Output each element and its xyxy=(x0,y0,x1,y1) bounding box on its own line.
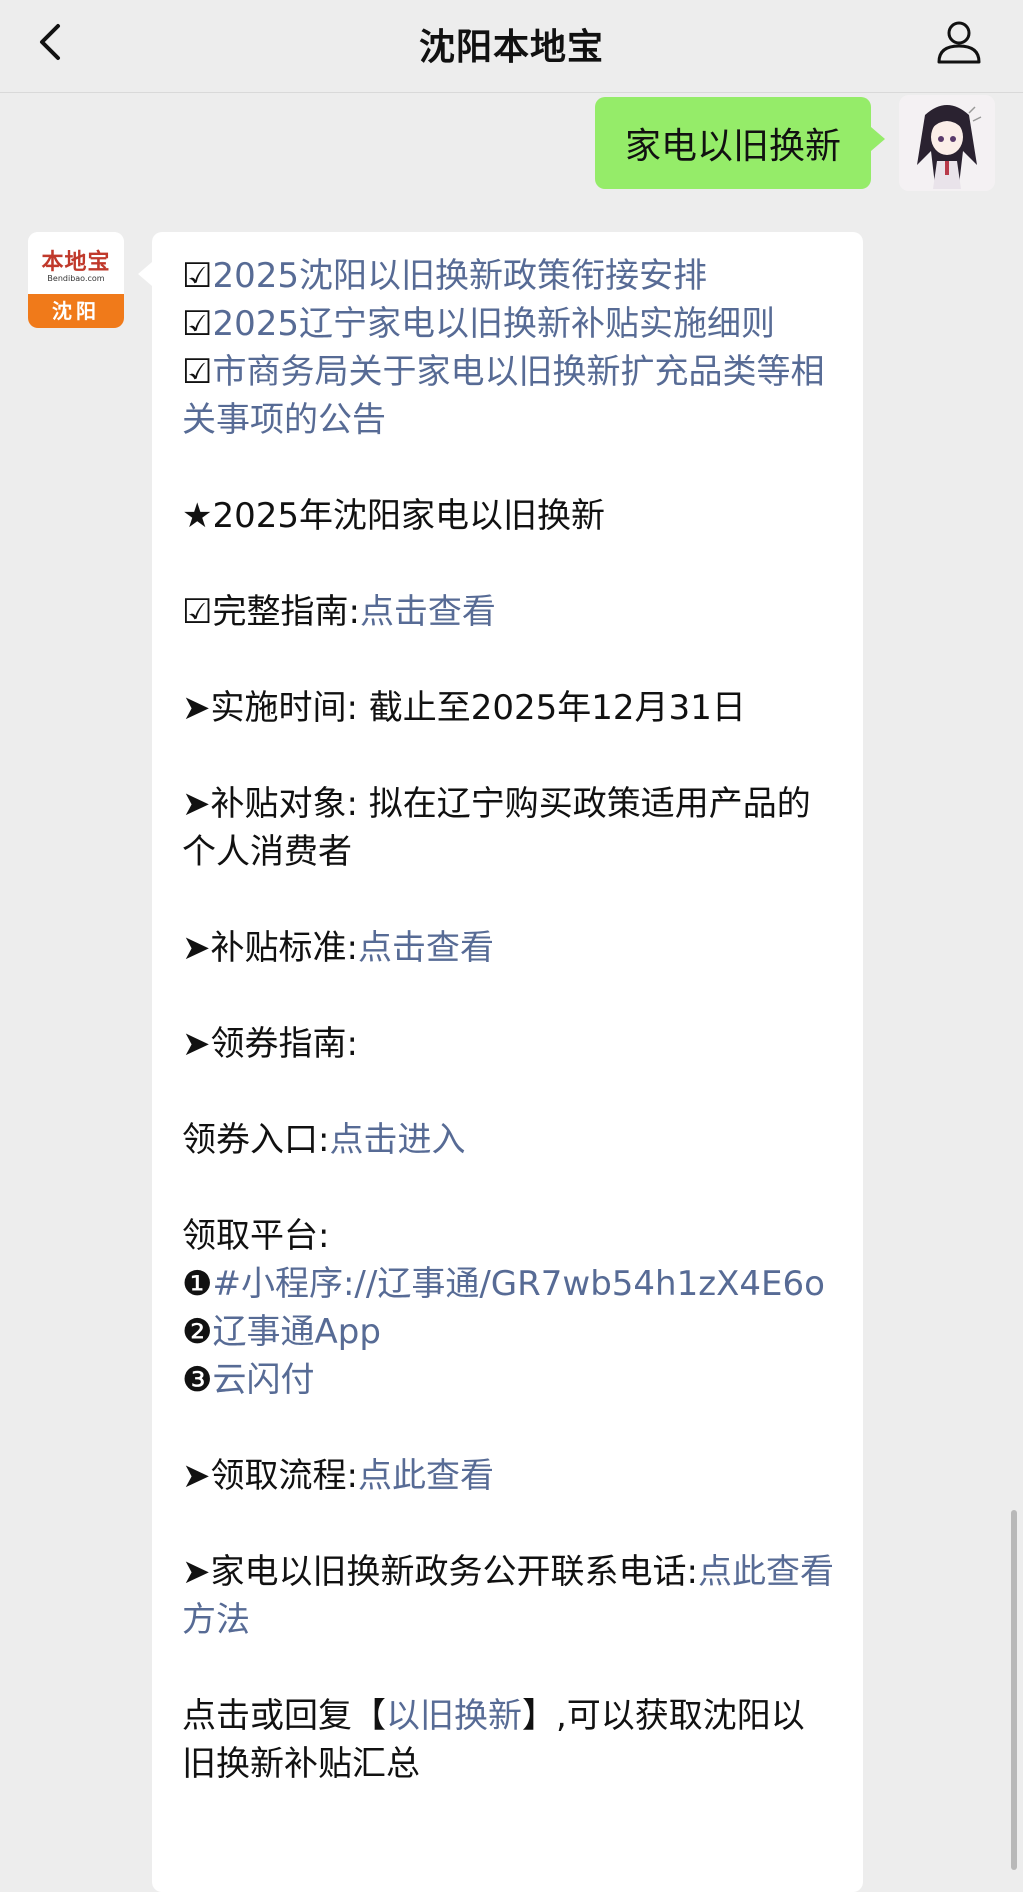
standard-link[interactable]: 点击查看 xyxy=(358,928,494,968)
coupon-entry-link[interactable]: 点击进入 xyxy=(329,1120,465,1160)
phone-row: ➤家电以旧换新政务公开联系电话:点此查看方法 xyxy=(182,1548,835,1644)
policy-link-1[interactable]: 2025沈阳以旧换新政策衔接安排 xyxy=(212,256,707,296)
footer-row: 点击或回复【以旧换新】,可以获取沈阳以旧换新补贴汇总 xyxy=(182,1692,835,1788)
section-title: ★2025年沈阳家电以旧换新 xyxy=(182,496,606,536)
avatar-city: 沈阳 xyxy=(28,294,124,328)
link-item[interactable]: ☑市商务局关于家电以旧换新扩充品类等相关事项的公告 xyxy=(182,348,835,444)
standard-label: ➤补贴标准: xyxy=(182,928,358,968)
avatar-domain: Bendibao.com xyxy=(47,274,105,283)
user-avatar[interactable] xyxy=(899,95,995,191)
anime-girl-avatar-icon xyxy=(899,95,995,191)
platform-link-3[interactable]: 云闪付 xyxy=(212,1360,314,1400)
bendibao-avatar[interactable]: 本地宝 Bendibao.com 沈阳 xyxy=(28,232,124,328)
guide-link[interactable]: 点击查看 xyxy=(360,592,496,632)
standard-row: ➤补贴标准:点击查看 xyxy=(182,924,835,972)
outgoing-text: 家电以旧换新 xyxy=(624,126,841,167)
link-item[interactable]: ☑2025沈阳以旧换新政策衔接安排 xyxy=(182,252,835,300)
outgoing-message-row: 家电以旧换新 xyxy=(575,95,995,191)
checkbox-glyph: ☑ xyxy=(182,352,213,392)
process-row: ➤领取流程:点此查看 xyxy=(182,1452,835,1500)
scrollbar[interactable] xyxy=(1011,1510,1017,1870)
phone-label: ➤家电以旧换新政务公开联系电话: xyxy=(182,1552,698,1592)
footer-prefix: 点击或回复【 xyxy=(182,1696,386,1736)
platform-item[interactable]: ❸云闪付 xyxy=(182,1356,835,1404)
platform-link-1[interactable]: #小程序://辽事通/GR7wb54h1zX4E6o xyxy=(212,1264,824,1304)
number-glyph: ❸ xyxy=(182,1360,213,1400)
target-label: ➤补贴对象: xyxy=(182,784,358,824)
guide-row: ☑完整指南:点击查看 xyxy=(182,588,835,636)
checkbox-glyph: ☑ xyxy=(182,256,213,296)
incoming-bubble: ☑2025沈阳以旧换新政策衔接安排 ☑2025辽宁家电以旧换新补贴实施细则 ☑市… xyxy=(138,232,863,1892)
outgoing-bubble[interactable]: 家电以旧换新 xyxy=(594,97,886,189)
process-link[interactable]: 点此查看 xyxy=(358,1456,494,1496)
nav-bar: 沈阳本地宝 xyxy=(0,0,1023,93)
profile-icon[interactable] xyxy=(935,18,983,66)
time-label: ➤实施时间: xyxy=(182,688,358,728)
footer-link[interactable]: 以旧换新 xyxy=(386,1696,522,1736)
time-row: ➤实施时间: 截止至2025年12月31日 xyxy=(182,684,835,732)
checkbox-glyph: ☑ xyxy=(182,304,213,344)
time-value: 截止至2025年12月31日 xyxy=(368,688,746,728)
policy-link-2[interactable]: 2025辽宁家电以旧换新补贴实施细则 xyxy=(212,304,775,344)
number-glyph: ❷ xyxy=(182,1312,213,1352)
platform-label: 领取平台: xyxy=(182,1216,330,1256)
coupon-entry-row: 领券入口:点击进入 xyxy=(182,1116,835,1164)
guide-label: ☑完整指南: xyxy=(182,592,360,632)
platform-item[interactable]: ❶#小程序://辽事通/GR7wb54h1zX4E6o xyxy=(182,1260,835,1308)
coupon-entry-label: 领券入口: xyxy=(182,1120,330,1160)
number-glyph: ❶ xyxy=(182,1264,213,1304)
platform-item[interactable]: ❷辽事通App xyxy=(182,1308,835,1356)
process-label: ➤领取流程: xyxy=(182,1456,358,1496)
platform-link-2[interactable]: 辽事通App xyxy=(212,1312,380,1352)
coupon-guide-label: ➤领券指南: xyxy=(182,1024,358,1064)
link-item[interactable]: ☑2025辽宁家电以旧换新补贴实施细则 xyxy=(182,300,835,348)
target-row: ➤补贴对象: 拟在辽宁购买政策适用产品的个人消费者 xyxy=(182,780,835,876)
avatar-top: 本地宝 Bendibao.com xyxy=(28,232,124,294)
policy-link-3[interactable]: 市商务局关于家电以旧换新扩充品类等相关事项的公告 xyxy=(182,352,824,440)
page-title: 沈阳本地宝 xyxy=(418,27,604,68)
avatar-brand: 本地宝 xyxy=(41,250,111,275)
